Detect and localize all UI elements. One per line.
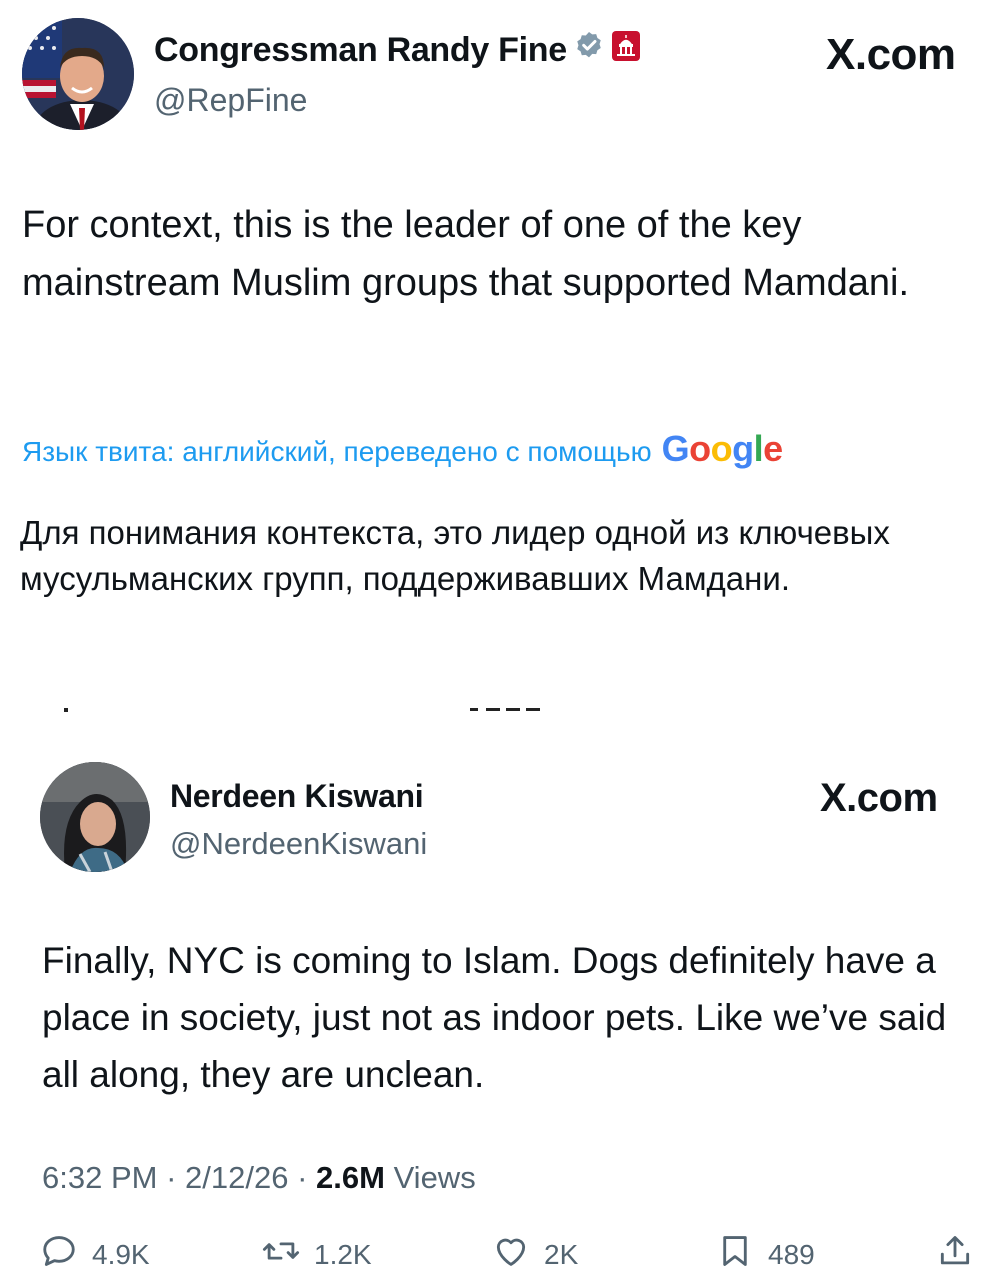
author-name[interactable]: Congressman Randy Fine	[154, 30, 641, 71]
capitol-badge-icon	[611, 30, 641, 71]
author-avatar[interactable]	[22, 18, 134, 130]
like-button[interactable]: 2K	[492, 1232, 578, 1277]
repost-button[interactable]: 1.2K	[262, 1232, 372, 1277]
tweet-text: For context, this is the leader of one o…	[22, 204, 910, 304]
author-name[interactable]: Nerdeen Kiswani	[170, 778, 424, 815]
reply-button[interactable]: 4.9K	[40, 1232, 150, 1277]
author-avatar[interactable]	[40, 762, 150, 872]
site-watermark: X.com	[820, 776, 938, 820]
google-logo: Google	[661, 428, 784, 469]
tweet-text: Finally, NYC is coming to Islam. Dogs de…	[42, 940, 947, 1095]
cropped-divider	[60, 700, 560, 714]
share-icon	[936, 1232, 974, 1277]
tweet-meta: 6:32 PM · 2/12/26 · 2.6M Views	[42, 1160, 476, 1196]
reply-count: 4.9K	[92, 1238, 150, 1270]
author-name-text[interactable]: Congressman Randy Fine	[154, 31, 567, 70]
site-watermark: X.com	[826, 30, 956, 79]
author-handle[interactable]: @NerdeenKiswani	[170, 826, 427, 862]
meta-separator: ·	[288, 1160, 317, 1195]
bookmark-button[interactable]: 489	[716, 1232, 815, 1277]
tweet-time[interactable]: 6:32 PM	[42, 1160, 157, 1195]
bookmark-count: 489	[768, 1238, 815, 1270]
like-count: 2K	[544, 1238, 579, 1270]
repost-icon	[262, 1232, 300, 1277]
translation-note-text[interactable]: Язык твита: английский, переведено с пом…	[22, 436, 652, 468]
views-count: 2.6M	[316, 1160, 385, 1195]
bookmark-icon	[716, 1232, 754, 1277]
author-handle[interactable]: @RepFine	[154, 82, 307, 119]
like-icon	[492, 1232, 530, 1277]
share-button[interactable]	[936, 1232, 974, 1277]
translated-text: Для понимания контекста, это лидер одной…	[20, 514, 890, 597]
action-bar: 4.9K 1.2K 2K 489	[40, 1232, 990, 1276]
tweet-date[interactable]: 2/12/26	[185, 1160, 288, 1195]
repost-count: 1.2K	[314, 1238, 372, 1270]
meta-separator: ·	[157, 1160, 186, 1195]
reply-icon	[40, 1232, 78, 1277]
verified-badge-icon	[573, 30, 605, 71]
translation-note[interactable]: Язык твита: английский, переведено с пом…	[22, 428, 783, 470]
views-label: Views	[393, 1160, 476, 1195]
